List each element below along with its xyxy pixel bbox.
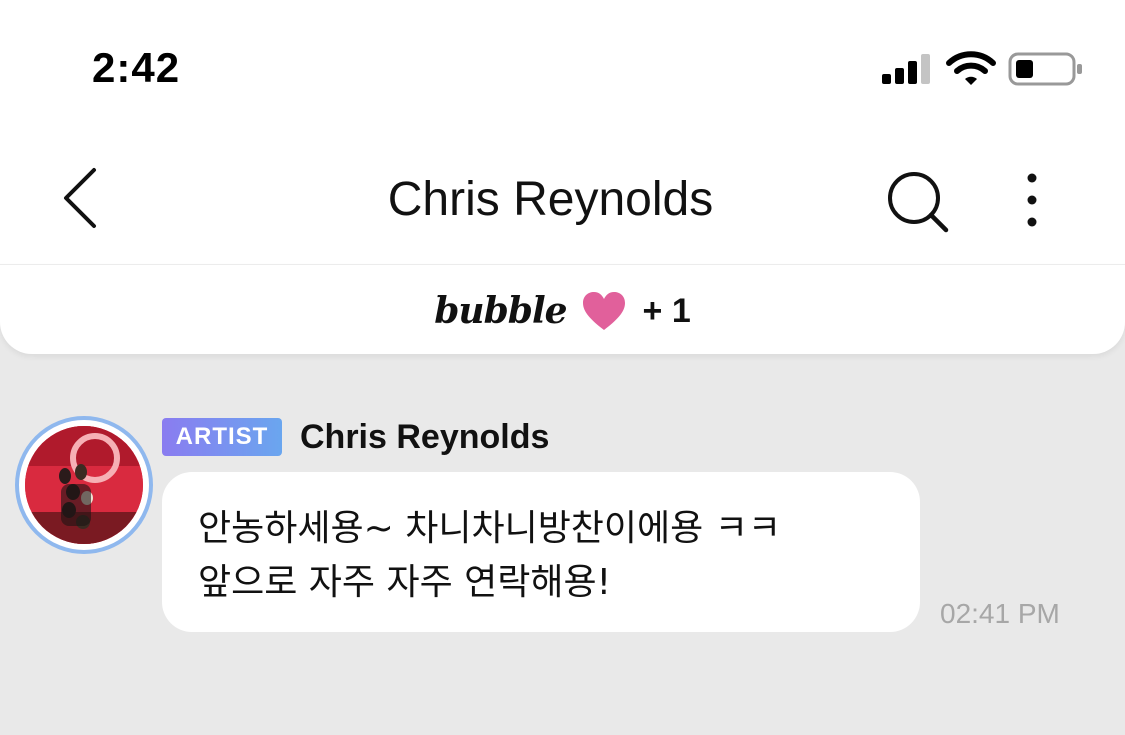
page-title: Chris Reynolds (387, 173, 714, 226)
bubble-banner[interactable]: bubble + 1 (0, 264, 1125, 354)
avatar[interactable] (15, 416, 153, 554)
banner-content: bubble + 1 (0, 283, 1125, 339)
message-timestamp: 02:41 PM (940, 598, 1060, 629)
header-area: 2:42 Chris Reynolds (0, 0, 1125, 264)
sender-name: Chris Reynolds (300, 418, 550, 456)
wifi-icon (946, 51, 996, 85)
status-time: 2:42 (92, 44, 181, 91)
signal-icon (882, 54, 930, 84)
message-bubble[interactable]: 안농하세용~ 차니차니방찬이에용 ㅋㅋ 앞으로 자주 자주 연락해용! (162, 472, 920, 632)
heart-icon (582, 292, 625, 330)
message-text: 안농하세용~ 차니차니방찬이에용 ㅋㅋ 앞으로 자주 자주 연락해용! (198, 508, 781, 603)
battery-icon (1008, 52, 1082, 86)
bubble-logo: bubble (434, 290, 567, 332)
search-icon[interactable] (884, 168, 952, 236)
avatar-image (25, 426, 143, 544)
bonus-count: + 1 (642, 291, 691, 330)
artist-badge: ARTIST (162, 418, 282, 456)
more-vertical-icon[interactable] (1018, 172, 1046, 228)
